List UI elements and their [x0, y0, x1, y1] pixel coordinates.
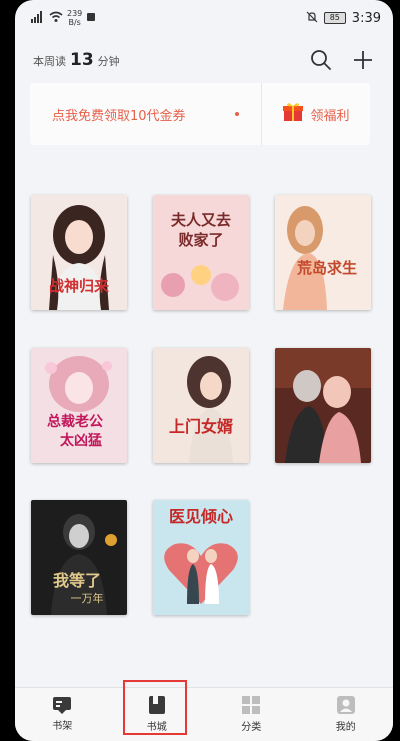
svg-text:总裁老公: 总裁老公	[47, 413, 103, 430]
signal-icon	[31, 10, 45, 26]
profile-icon	[336, 695, 356, 718]
book-cover[interactable]: 上门女婿	[153, 348, 249, 463]
svg-text:上门女婿: 上门女婿	[169, 417, 233, 436]
phone-screen: 239 B/s 85 3:39 本周读 13 分钟 点我免费领取10代金券 领福…	[15, 0, 393, 741]
bottom-tab-bar: 书架 书城 分类 我的	[15, 687, 393, 741]
weekly-prefix: 本周读	[33, 55, 66, 68]
header: 本周读 13 分钟	[15, 42, 393, 78]
banner-dot	[235, 112, 239, 116]
svg-text:荒岛求生: 荒岛求生	[297, 259, 357, 277]
weekly-reading-stat: 本周读 13 分钟	[33, 50, 120, 70]
svg-text:我等了: 我等了	[53, 571, 101, 590]
clock: 3:39	[351, 10, 381, 26]
search-icon[interactable]	[309, 48, 333, 72]
free-coupon-link[interactable]: 点我免费领取10代金券	[30, 105, 261, 124]
coupon-banner: 点我免费领取10代金券 领福利	[30, 83, 370, 145]
book-cover[interactable]: 我等了 一万年	[31, 500, 127, 615]
category-grid-icon	[241, 695, 261, 718]
notification-icon	[86, 11, 96, 25]
weekly-count: 13	[70, 50, 94, 70]
book-cover[interactable]: 战神归来	[31, 195, 127, 310]
book-cover[interactable]: 总裁老公 太凶猛	[31, 348, 127, 463]
svg-text:一万年: 一万年	[71, 591, 104, 605]
tab-label: 我的	[335, 722, 356, 733]
wifi-icon	[49, 11, 63, 26]
svg-text:败家了: 败家了	[178, 231, 223, 249]
svg-text:太凶猛: 太凶猛	[60, 432, 102, 449]
book-cover[interactable]: 夫人又去 败家了	[153, 195, 249, 310]
tab-profile[interactable]: 我的	[299, 688, 394, 741]
plus-icon[interactable]	[351, 48, 375, 72]
battery-level: 85	[323, 12, 346, 24]
mute-bell-icon	[306, 11, 318, 26]
book-cover[interactable]	[275, 348, 371, 463]
book-cover[interactable]: 荒岛求生	[275, 195, 371, 310]
book-title-text: 战神归来	[49, 277, 110, 295]
welfare-button[interactable]: 领福利	[262, 101, 370, 127]
gift-icon	[282, 101, 304, 127]
tab-label: 书架	[52, 721, 73, 732]
tab-category[interactable]: 分类	[204, 688, 299, 741]
bookshelf-icon	[52, 696, 72, 717]
network-speed: 239 B/s	[67, 9, 83, 27]
tab-bookshelf[interactable]: 书架	[15, 688, 110, 741]
svg-text:医见倾心: 医见倾心	[169, 507, 233, 526]
weekly-suffix: 分钟	[97, 55, 120, 68]
book-cover[interactable]: 医见倾心	[153, 500, 249, 615]
welfare-label: 领福利	[310, 108, 350, 124]
selected-tab-highlight	[123, 680, 187, 735]
svg-text:夫人又去: 夫人又去	[171, 211, 231, 229]
coupon-text: 点我免费领取10代金券	[52, 108, 186, 124]
tab-label: 分类	[241, 722, 262, 733]
status-bar: 239 B/s 85 3:39	[15, 0, 393, 36]
